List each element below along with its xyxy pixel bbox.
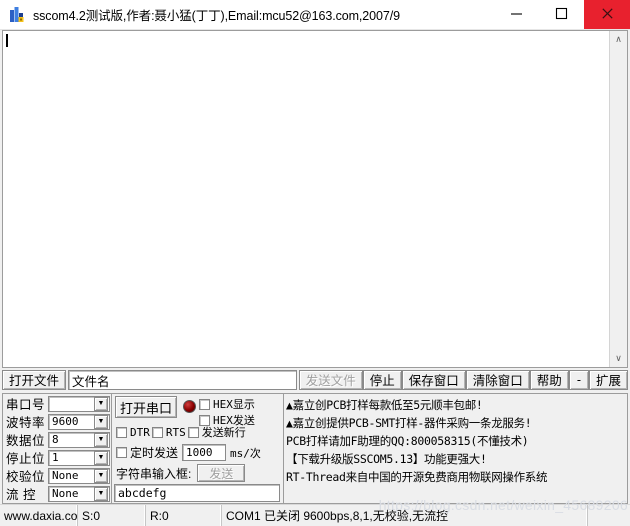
baudrate-combo[interactable]: 9600 ▼	[48, 413, 110, 430]
timed-send-interval-input[interactable]: 1000	[182, 444, 227, 461]
chevron-down-icon[interactable]: ▼	[94, 432, 108, 447]
stop-button[interactable]: 停止	[362, 370, 402, 390]
minimize-button[interactable]	[494, 0, 539, 29]
chevron-down-icon[interactable]: ▼	[94, 396, 108, 411]
announcement-panel: ▲嘉立创PCB打样每款低至5元顺丰包邮! ▲嘉立创提供PCB-SMT打样-器件采…	[284, 393, 628, 504]
checkbox-box[interactable]	[116, 447, 127, 458]
control-panel: 串口号 ▼ 波特率 9600 ▼ 数据位 8 ▼ 停止位 1 ▼ 校验位 Non…	[0, 392, 630, 504]
send-newline-label: 发送新行	[201, 426, 246, 439]
status-website[interactable]: www.daxia.cor	[0, 505, 78, 526]
send-newline-checkbox[interactable]: 发送新行	[187, 424, 246, 440]
timed-send-row: 定时发送 1000 ms/次	[116, 444, 261, 461]
save-window-button[interactable]: 保存窗口	[401, 370, 466, 390]
chevron-down-icon[interactable]: ▼	[94, 486, 108, 501]
file-toolbar: 打开文件 文件名 发送文件 停止 保存窗口 清除窗口 帮助 - 扩展	[0, 368, 630, 392]
send-button[interactable]: 发送	[197, 464, 246, 482]
help-button[interactable]: 帮助	[529, 370, 569, 390]
dtr-checkbox[interactable]: DTR	[116, 424, 150, 440]
databits-combo[interactable]: 8 ▼	[48, 431, 110, 448]
receive-area-frame: ∧ ∨	[2, 30, 628, 368]
maximize-icon	[555, 7, 568, 23]
send-controls-group: 打开串口 HEX显示 HEX发送 DTR RTS 发送新行 定时发送 1000 …	[112, 393, 284, 504]
window-controls	[494, 0, 630, 29]
announcement-line[interactable]: ▲嘉立创提供PCB-SMT打样-器件采购一条龙服务!	[286, 414, 627, 432]
serial-parameters-group: 串口号 ▼ 波特率 9600 ▼ 数据位 8 ▼ 停止位 1 ▼ 校验位 Non…	[2, 393, 112, 504]
param-row-databits: 数据位 8 ▼	[4, 431, 110, 448]
stopbits-label: 停止位	[6, 452, 46, 466]
open-port-button[interactable]: 打开串口	[115, 396, 177, 418]
open-file-button[interactable]: 打开文件	[2, 370, 67, 390]
flowcontrol-combo[interactable]: None ▼	[48, 485, 110, 502]
clear-window-button[interactable]: 清除窗口	[465, 370, 530, 390]
announcement-line[interactable]: RT-Thread来自中国的开源免费商用物联网操作系统	[286, 468, 627, 486]
databits-label: 数据位	[6, 434, 46, 448]
status-end-cell	[588, 505, 630, 526]
string-input-field[interactable]: abcdefg	[114, 484, 280, 502]
stopbits-combo[interactable]: 1 ▼	[48, 449, 110, 466]
param-row-baudrate: 波特率 9600 ▼	[4, 413, 110, 430]
checkbox-box[interactable]	[151, 426, 163, 438]
timed-send-label: 定时发送	[130, 446, 179, 460]
filename-input[interactable]: 文件名	[68, 370, 297, 390]
parity-combo[interactable]: None ▼	[48, 467, 110, 484]
window-title: sscom4.2测试版,作者:聂小猛(丁丁),Email:mcu52@163.c…	[33, 9, 400, 23]
flowcontrol-label: 流 控	[6, 488, 36, 502]
minimize-icon	[510, 7, 523, 23]
send-file-button[interactable]: 发送文件	[298, 370, 363, 390]
port-label: 串口号	[6, 398, 46, 412]
flowcontrol-value: None	[52, 487, 79, 500]
scroll-up-icon[interactable]: ∧	[610, 31, 627, 48]
baudrate-value: 9600	[52, 415, 79, 428]
scroll-down-icon[interactable]: ∨	[610, 350, 627, 367]
title-bar: sscom4.2测试版,作者:聂小猛(丁丁),Email:mcu52@163.c…	[0, 0, 630, 30]
receive-text-area[interactable]	[3, 31, 609, 367]
baudrate-label: 波特率	[6, 416, 46, 430]
param-row-stopbits: 停止位 1 ▼	[4, 449, 110, 466]
checkbox-box[interactable]	[187, 426, 199, 438]
announcement-line[interactable]: 【下载升级版SSCOM5.13】功能更强大!	[286, 450, 627, 468]
close-button[interactable]	[584, 0, 630, 29]
status-bar: https://blog.csdn.net/weixin_45689206 ww…	[0, 497, 630, 526]
parity-label: 校验位	[6, 470, 46, 484]
param-row-flowcontrol: 流 控 None ▼	[4, 485, 110, 502]
param-row-port: 串口号 ▼	[4, 395, 110, 412]
maximize-button[interactable]	[539, 0, 584, 29]
status-port-info: COM1 已关闭 9600bps,8,1,无校验,无流控	[222, 505, 588, 526]
checkbox-box[interactable]	[116, 426, 127, 438]
minus-button[interactable]: -	[568, 370, 589, 390]
rts-label: RTS	[165, 425, 186, 439]
timed-send-unit-label: ms/次	[230, 446, 261, 460]
checkbox-box[interactable]	[199, 398, 210, 410]
expand-button[interactable]: 扩展	[588, 370, 628, 390]
text-caret	[6, 34, 8, 47]
chevron-down-icon[interactable]: ▼	[94, 414, 108, 429]
port-combo[interactable]: ▼	[48, 395, 110, 412]
stopbits-value: 1	[52, 451, 59, 464]
status-sent: S:0	[78, 505, 146, 526]
parity-value: None	[52, 469, 79, 482]
timed-send-checkbox[interactable]: 定时发送	[116, 445, 178, 461]
chevron-down-icon[interactable]: ▼	[94, 450, 108, 465]
port-status-led-icon	[183, 400, 196, 413]
receive-area-scrollbar[interactable]: ∧ ∨	[609, 31, 627, 367]
sscom-main-window: sscom4.2测试版,作者:聂小猛(丁丁),Email:mcu52@163.c…	[0, 0, 630, 526]
announcement-line[interactable]: ▲嘉立创PCB打样每款低至5元顺丰包邮!	[286, 396, 627, 414]
chevron-down-icon[interactable]: ▼	[94, 468, 108, 483]
hex-display-label: HEX显示	[213, 398, 255, 411]
param-row-parity: 校验位 None ▼	[4, 467, 110, 484]
dtr-rts-row: DTR RTS 发送新行	[116, 424, 246, 440]
dtr-label: DTR	[130, 425, 150, 439]
sscom-app-icon	[9, 6, 26, 23]
databits-value: 8	[52, 433, 59, 446]
rts-checkbox[interactable]: RTS	[151, 424, 186, 440]
hex-display-checkbox[interactable]: HEX显示	[199, 396, 255, 412]
close-icon	[601, 7, 614, 23]
string-input-label: 字符串输入框:	[116, 466, 192, 481]
string-input-row: 字符串输入框: 发送	[116, 464, 246, 482]
status-received: R:0	[146, 505, 222, 526]
announcement-line[interactable]: PCB打样请加F助理的QQ:800058315(不懂技术)	[286, 432, 627, 450]
